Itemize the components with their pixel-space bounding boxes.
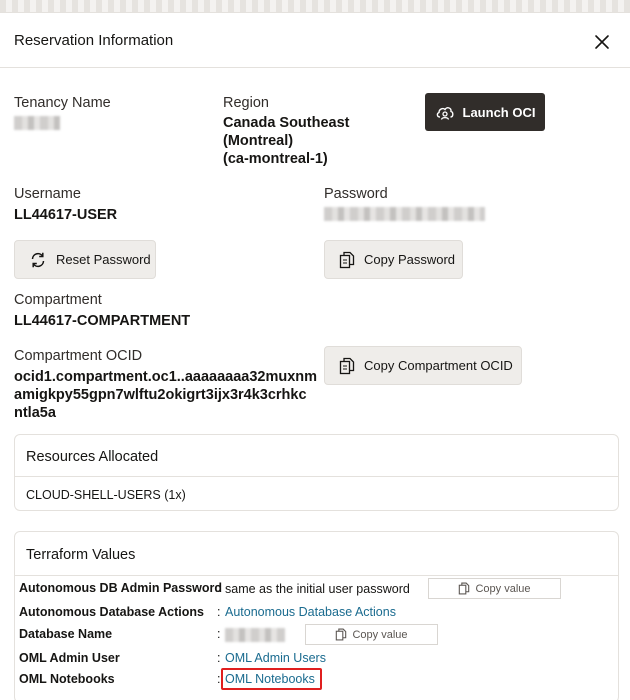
tf-value-admin-password: same as the initial user password <box>225 582 410 596</box>
tenancy-name-label: Tenancy Name <box>14 95 111 111</box>
region-value-line1: Canada Southeast <box>223 115 350 131</box>
copy-value-label: Copy value <box>352 628 408 641</box>
copy-password-label: Copy Password <box>364 252 456 267</box>
reset-password-button[interactable]: Reset Password <box>14 240 156 279</box>
compartment-ocid-line3: ntla5a <box>14 405 56 421</box>
close-button[interactable] <box>591 31 613 53</box>
tf-link-oml-notebooks[interactable]: OML Notebooks <box>225 672 315 686</box>
copy-icon <box>339 251 355 268</box>
terraform-values-title: Terraform Values <box>26 547 136 563</box>
dialog-header: Reservation Information <box>0 13 630 68</box>
tf-link-oml-admin-users[interactable]: OML Admin Users <box>225 651 326 665</box>
cloud-user-icon <box>436 107 454 120</box>
launch-oci-label: Launch OCI <box>462 104 536 120</box>
copy-password-button[interactable]: Copy Password <box>324 240 463 279</box>
tf-colon: : <box>217 672 221 686</box>
tf-colon: : <box>217 605 221 619</box>
tenancy-name-redacted <box>14 116 60 130</box>
compartment-ocid-label: Compartment OCID <box>14 348 143 364</box>
copy-value-label: Copy value <box>475 582 531 595</box>
region-label: Region <box>223 95 269 111</box>
resources-allocated-card: Resources Allocated CLOUD-SHELL-USERS (1… <box>14 434 619 511</box>
compartment-value: LL44617-COMPARTMENT <box>14 313 191 329</box>
database-name-redacted <box>225 628 285 642</box>
copy-value-button[interactable]: Copy value <box>428 578 561 599</box>
card-divider <box>15 476 618 477</box>
copy-icon <box>339 357 355 374</box>
compartment-label: Compartment <box>14 292 102 308</box>
tf-label-db-actions: Autonomous Database Actions <box>19 605 204 619</box>
copy-compartment-ocid-label: Copy Compartment OCID <box>364 358 513 373</box>
tf-label-oml-admin-user: OML Admin User <box>19 651 120 665</box>
password-redacted <box>324 207 485 221</box>
compartment-ocid-line2: amigkpy55gpn7wlftu2okigrt3ijx3r4k3crhkc <box>14 387 307 403</box>
tf-label-oml-notebooks: OML Notebooks <box>19 672 115 686</box>
refresh-icon <box>31 252 45 267</box>
reservation-dialog: Reservation Information Tenancy Name Reg… <box>0 12 630 700</box>
copy-icon <box>336 628 347 641</box>
resources-allocated-item: CLOUD-SHELL-USERS (1x) <box>26 488 186 502</box>
region-value-line2: (Montreal) <box>223 133 294 149</box>
username-value: LL44617-USER <box>14 207 118 223</box>
password-label: Password <box>324 186 388 202</box>
tf-label-database-name: Database Name <box>19 627 113 641</box>
resources-allocated-title: Resources Allocated <box>26 449 159 465</box>
close-icon <box>595 35 609 49</box>
tf-colon: : <box>217 627 221 641</box>
terraform-values-card: Terraform Values Autonomous DB Admin Pas… <box>14 531 619 700</box>
reset-password-label: Reset Password <box>56 252 151 267</box>
copy-compartment-ocid-button[interactable]: Copy Compartment OCID <box>324 346 522 385</box>
card-divider <box>15 575 618 576</box>
region-value-line3: (ca-montreal-1) <box>223 151 328 167</box>
launch-oci-button[interactable]: Launch OCI <box>425 93 545 131</box>
tf-label-admin-password: Autonomous DB Admin Password <box>19 581 223 595</box>
compartment-ocid-line1: ocid1.compartment.oc1..aaaaaaaa32muxnm <box>14 369 318 385</box>
tf-link-db-actions[interactable]: Autonomous Database Actions <box>225 605 396 619</box>
username-label: Username <box>14 186 81 202</box>
dialog-title: Reservation Information <box>14 32 174 49</box>
tf-colon: : <box>217 651 221 665</box>
copy-value-button[interactable]: Copy value <box>305 624 438 645</box>
copy-icon <box>459 582 470 595</box>
tf-colon: : <box>217 581 221 595</box>
page-backdrop <box>0 0 630 12</box>
